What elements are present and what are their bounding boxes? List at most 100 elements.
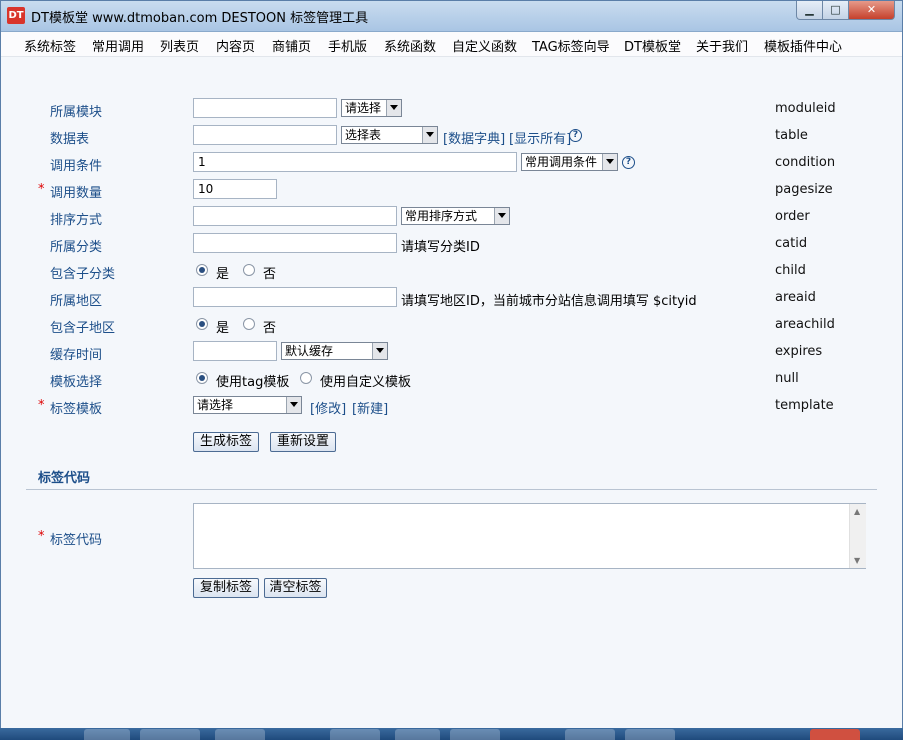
textarea-scrollbar[interactable]: ▲ ▼ <box>849 504 866 568</box>
taskbar-app-icon[interactable] <box>84 729 130 740</box>
menu-bar: 系统标签 常用调用 列表页 内容页 商铺页 手机版 系统函数 自定义函数 TAG… <box>1 32 902 57</box>
condition-select-value: 常用调用条件 <box>525 155 598 169</box>
order-input[interactable] <box>193 206 397 226</box>
tag-code-textarea[interactable] <box>193 503 866 569</box>
child-var: child <box>775 263 806 278</box>
app-logo-icon: DT <box>7 7 25 24</box>
child-no-radio[interactable] <box>243 264 255 276</box>
taskbar-app-icon[interactable] <box>215 729 265 740</box>
child-yes-radio[interactable] <box>196 264 208 276</box>
moduleid-input[interactable] <box>193 98 337 118</box>
condition-var: condition <box>775 155 836 170</box>
template-label: 标签模板 <box>50 402 103 417</box>
menu-common-calls[interactable]: 常用调用 <box>92 36 144 55</box>
areaid-input[interactable] <box>193 287 397 307</box>
chevron-down-icon <box>602 154 617 170</box>
scroll-up-icon[interactable]: ▲ <box>854 507 860 516</box>
taskbar <box>0 728 903 740</box>
condition-select[interactable]: 常用调用条件 <box>521 153 618 171</box>
use-tag-template-radio[interactable] <box>196 372 208 384</box>
catid-input[interactable] <box>193 233 397 253</box>
condition-input[interactable]: 1 <box>193 152 517 172</box>
chevron-down-icon <box>372 343 387 359</box>
areachild-var: areachild <box>775 317 835 332</box>
pagesize-input[interactable]: 10 <box>193 179 277 199</box>
taskbar-app-icon[interactable] <box>810 729 860 740</box>
taskbar-app-icon[interactable] <box>395 729 440 740</box>
menu-system-functions[interactable]: 系统函数 <box>384 36 436 55</box>
menu-tag-wizard[interactable]: TAG标签向导 <box>532 36 610 55</box>
use-tag-template-label[interactable]: 使用tag模板 <box>216 371 289 390</box>
expires-label: 缓存时间 <box>50 348 103 363</box>
areaid-hint: 请填写地区ID，当前城市分站信息调用填写 $cityid <box>401 294 697 309</box>
child-no-label[interactable]: 否 <box>263 263 276 282</box>
tpl-choice-label: 模板选择 <box>50 375 103 390</box>
edit-template-link[interactable]: [修改] <box>310 398 346 417</box>
order-select[interactable]: 常用排序方式 <box>401 207 510 225</box>
taskbar-app-icon[interactable] <box>140 729 200 740</box>
show-all-link[interactable]: [显示所有] <box>509 128 571 147</box>
help-icon[interactable]: ? <box>622 156 635 169</box>
menu-custom-functions[interactable]: 自定义函数 <box>452 36 517 55</box>
pagesize-var: pagesize <box>775 182 833 197</box>
reset-button[interactable]: 重新设置 <box>270 432 336 452</box>
moduleid-var: moduleid <box>775 101 836 116</box>
menu-mobile[interactable]: 手机版 <box>328 36 367 55</box>
help-icon[interactable]: ? <box>569 129 582 142</box>
catid-var: catid <box>775 236 808 251</box>
areachild-yes-radio[interactable] <box>196 318 208 330</box>
menu-about[interactable]: 关于我们 <box>696 36 748 55</box>
required-mark: * <box>38 182 45 197</box>
condition-label: 调用条件 <box>50 159 103 174</box>
table-input[interactable] <box>193 125 337 145</box>
areachild-no-radio[interactable] <box>243 318 255 330</box>
section-divider <box>26 489 877 490</box>
moduleid-select[interactable]: 请选择 <box>341 99 402 117</box>
minimize-button[interactable]: ▁ <box>796 1 823 20</box>
child-yes-label[interactable]: 是 <box>216 263 229 282</box>
data-dictionary-link[interactable]: [数据字典] <box>443 128 505 147</box>
order-label: 排序方式 <box>50 213 103 228</box>
clear-tag-button[interactable]: 清空标签 <box>264 578 327 598</box>
order-var: order <box>775 209 810 224</box>
scroll-down-icon[interactable]: ▼ <box>854 556 860 565</box>
areachild-no-label[interactable]: 否 <box>263 317 276 336</box>
expires-input[interactable] <box>193 341 277 361</box>
close-button[interactable]: ✕ <box>848 1 895 20</box>
areachild-yes-label[interactable]: 是 <box>216 317 229 336</box>
menu-dtmoban[interactable]: DT模板堂 <box>624 36 681 55</box>
new-template-link[interactable]: [新建] <box>352 398 388 417</box>
catid-label: 所属分类 <box>50 240 103 255</box>
menu-shop-page[interactable]: 商铺页 <box>272 36 311 55</box>
taskbar-app-icon[interactable] <box>450 729 500 740</box>
expires-select[interactable]: 默认缓存 <box>281 342 388 360</box>
table-label: 数据表 <box>50 132 90 147</box>
menu-content-page[interactable]: 内容页 <box>216 36 255 55</box>
taskbar-app-icon[interactable] <box>625 729 675 740</box>
title-bar[interactable]: DT DT模板堂 www.dtmoban.com DESTOON 标签管理工具 … <box>1 1 902 32</box>
copy-tag-button[interactable]: 复制标签 <box>193 578 259 598</box>
use-custom-template-radio[interactable] <box>300 372 312 384</box>
chevron-down-icon <box>494 208 509 224</box>
section-title: 标签代码 <box>38 471 91 486</box>
tpl-choice-var: null <box>775 371 799 386</box>
moduleid-label: 所属模块 <box>50 105 103 120</box>
taskbar-app-icon[interactable] <box>330 729 380 740</box>
template-select[interactable]: 请选择 <box>193 396 302 414</box>
maximize-button[interactable]: □ <box>822 1 849 20</box>
tag-code-label: 标签代码 <box>50 533 103 548</box>
expires-var: expires <box>775 344 823 359</box>
taskbar-app-icon[interactable] <box>565 729 615 740</box>
areaid-label: 所属地区 <box>50 294 103 309</box>
menu-plugin-center[interactable]: 模板插件中心 <box>764 36 842 55</box>
table-select[interactable]: 选择表 <box>341 126 438 144</box>
catid-hint: 请填写分类ID <box>401 240 480 255</box>
moduleid-select-value: 请选择 <box>345 101 382 115</box>
menu-list-page[interactable]: 列表页 <box>160 36 199 55</box>
generate-tag-button[interactable]: 生成标签 <box>193 432 259 452</box>
menu-system-tags[interactable]: 系统标签 <box>24 36 76 55</box>
use-custom-template-label[interactable]: 使用自定义模板 <box>320 371 411 390</box>
chevron-down-icon <box>422 127 437 143</box>
child-label: 包含子分类 <box>50 267 116 282</box>
chevron-down-icon <box>286 397 301 413</box>
